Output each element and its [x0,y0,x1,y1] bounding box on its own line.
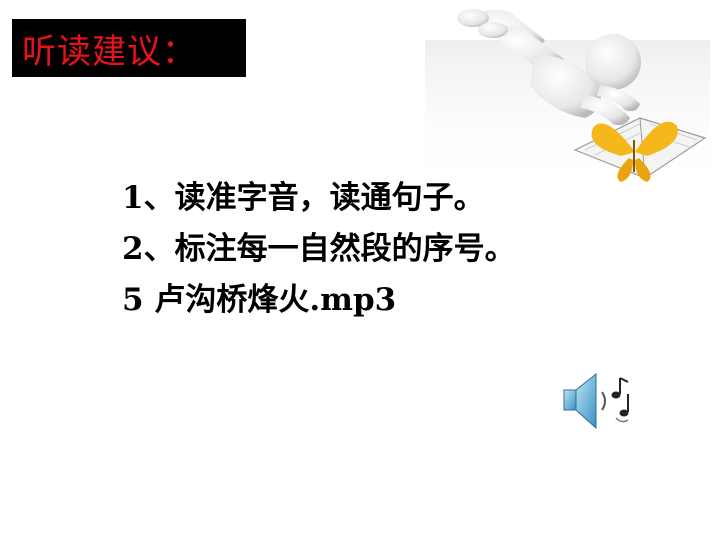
suggestion-list: 1、读准字音，读通句子。 2、标注每一自然段的序号。 5 卢沟桥烽火.mp3 [122,173,516,326]
audio-file-link[interactable]: 5 卢沟桥烽火.mp3 [122,275,516,326]
speaker-icon[interactable] [558,368,636,434]
reading-figure-illustration [425,9,710,190]
page-title: 听读建议： [22,31,197,72]
suggestion-item-1: 1、读准字音，读通句子。 [122,180,485,216]
suggestion-item-2: 2、标注每一自然段的序号。 [122,231,516,267]
title-banner: 听读建议： [12,19,246,77]
